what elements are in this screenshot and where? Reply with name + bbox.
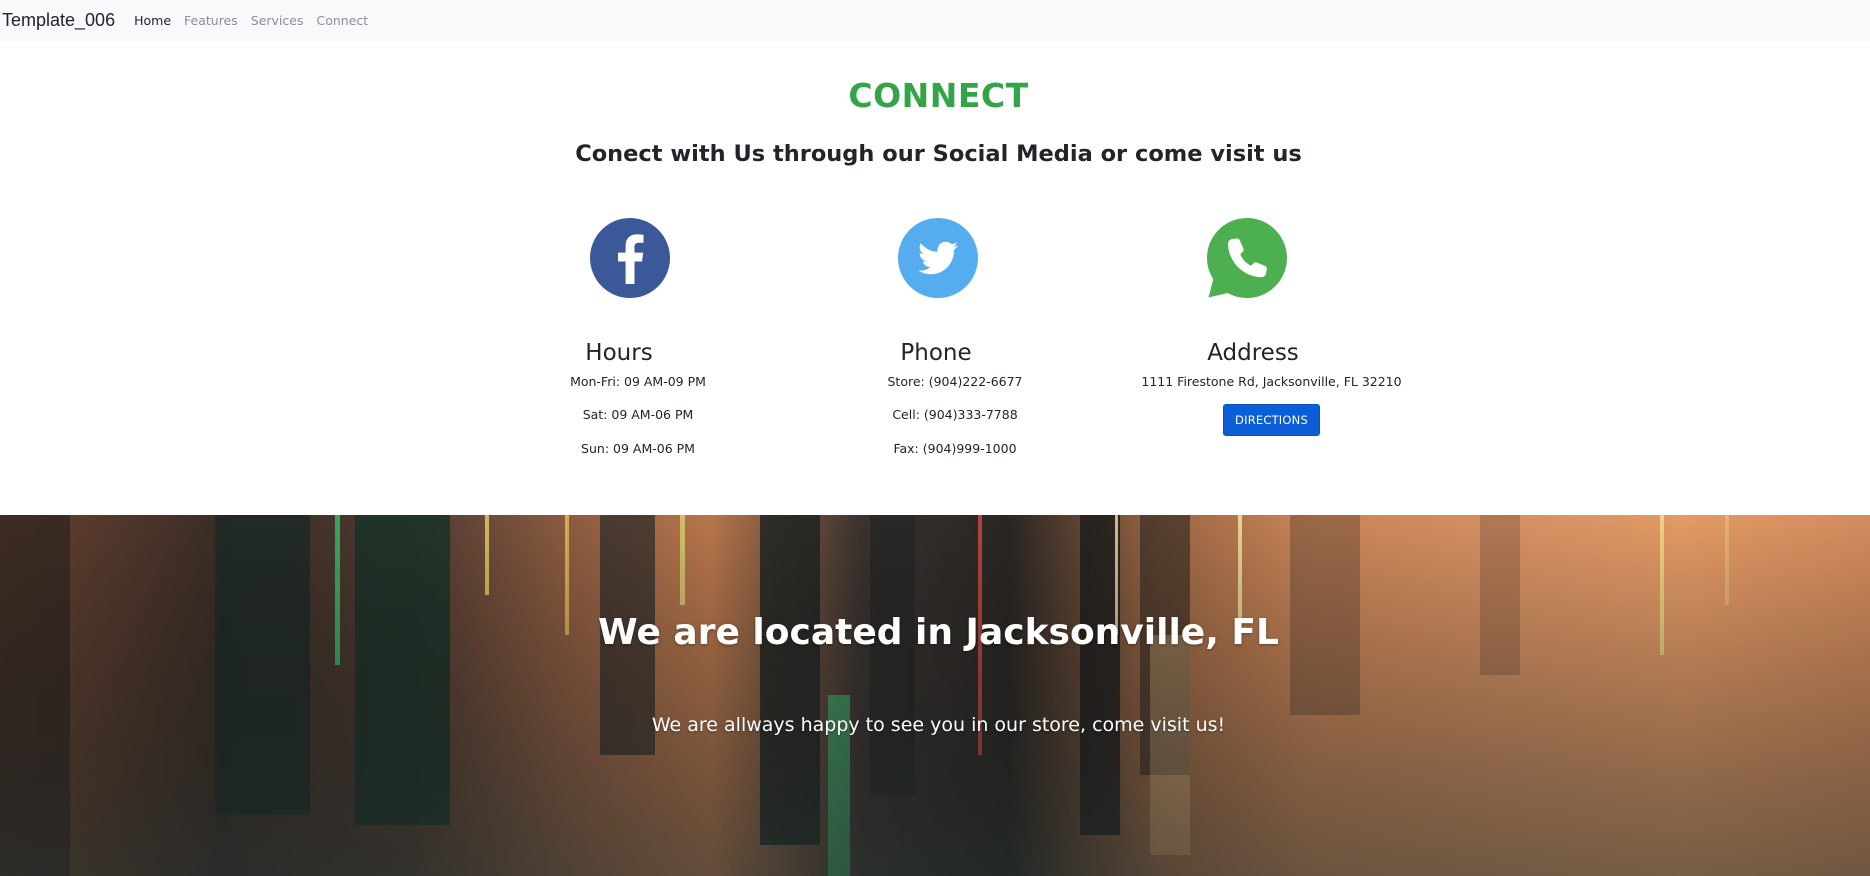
address-line: 1111 Firestone Rd, Jacksonville, FL 3221… [1141, 374, 1402, 389]
hours-column: Hours Mon-Fri: 09 AM-09 PM Sat: 09 AM-06… [538, 340, 738, 474]
hero-title: We are located in Jacksonville, FL [598, 612, 1279, 653]
directions-button[interactable]: DIRECTIONS [1223, 404, 1320, 437]
hero-text: We are allways happy to see you in our s… [651, 714, 1226, 736]
phone-store: Store: (904)222-6677 [887, 374, 1023, 389]
nav-link-features[interactable]: Features [184, 13, 238, 28]
navbar-brand[interactable]: Template_006 [0, 10, 115, 31]
navbar: Template_006 Home Features Services Conn… [0, 0, 1870, 41]
nav-link-services[interactable]: Services [251, 13, 304, 28]
phone-fax: Fax: (904)999-1000 [893, 440, 1017, 456]
water-reflection-image [0, 515, 1870, 876]
phone-heading: Phone [900, 340, 972, 366]
phone-column: Phone Store: (904)222-6677 Cell: (904)33… [855, 340, 1055, 474]
hours-saturday: Sat: 09 AM-06 PM [582, 407, 694, 423]
twitter-icon[interactable] [898, 218, 978, 298]
hours-sunday: Sun: 09 AM-06 PM [581, 440, 695, 456]
connect-subtitle: Conect with Us through our Social Media … [575, 141, 1302, 167]
hours-weekday: Mon-Fri: 09 AM-09 PM [570, 374, 706, 389]
connect-title: CONNECT [848, 76, 1029, 115]
facebook-icon[interactable] [590, 218, 670, 298]
whatsapp-icon[interactable] [1207, 218, 1287, 298]
nav-link-home[interactable]: Home [134, 13, 171, 28]
location-hero: We are located in Jacksonville, FL We ar… [0, 515, 1870, 876]
phone-cell: Cell: (904)333-7788 [892, 407, 1018, 423]
nav-links: Home Features Services Connect [134, 13, 381, 28]
hours-heading: Hours [585, 340, 653, 366]
address-column: Address 1111 Firestone Rd, Jacksonville,… [1134, 340, 1409, 437]
nav-link-connect[interactable]: Connect [316, 13, 368, 28]
address-heading: Address [1207, 340, 1299, 366]
